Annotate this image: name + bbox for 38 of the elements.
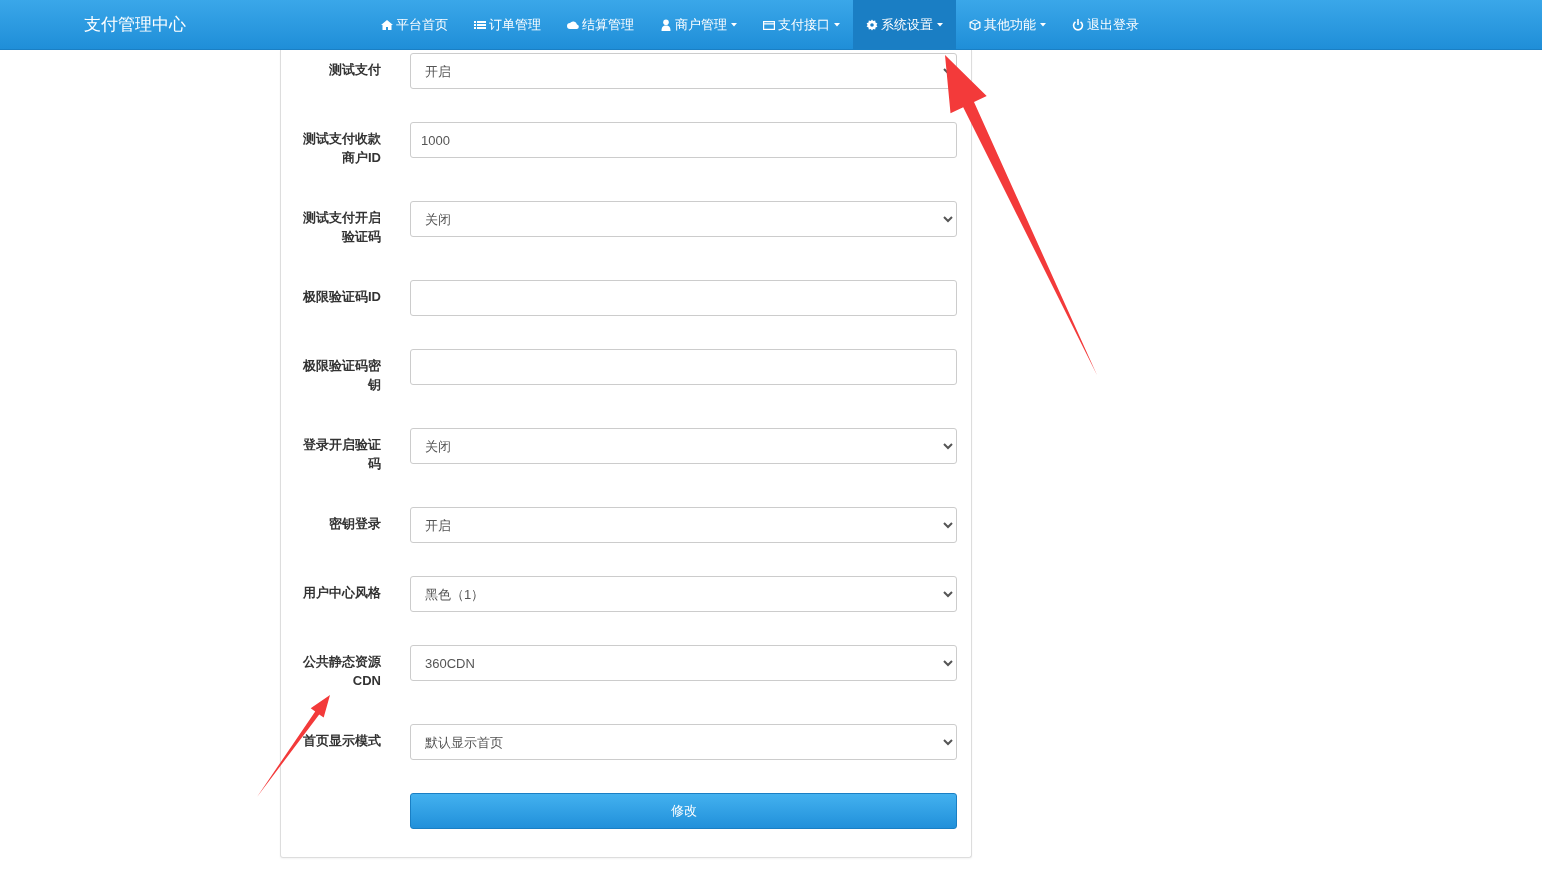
field-label: 测试支付收款商户ID <box>302 130 381 167</box>
select-field[interactable]: 关闭 <box>410 201 957 237</box>
field-label: 首页显示模式 <box>302 732 381 750</box>
field-label: 密钥登录 <box>328 515 381 533</box>
field-label: 公共静态资源CDN <box>302 653 381 690</box>
select-field[interactable]: 默认显示首页 <box>410 724 957 760</box>
nav-link[interactable]: 其他功能 <box>956 0 1059 49</box>
list-icon <box>474 18 486 31</box>
field-label: 测试支付 <box>328 61 381 79</box>
input-field[interactable] <box>410 349 957 385</box>
input-field[interactable] <box>410 280 957 316</box>
nav-link[interactable]: 平台首页 <box>368 0 461 49</box>
home-icon <box>381 18 393 31</box>
field-label: 极限验证码密钥 <box>302 357 381 394</box>
settings-icon <box>866 18 878 31</box>
field-label: 测试支付开启验证码 <box>302 209 381 246</box>
field-label: 登录开启验证码 <box>302 436 381 473</box>
field-label: 用户中心风格 <box>302 584 381 602</box>
cloud-icon <box>567 18 579 31</box>
nav-link[interactable]: 订单管理 <box>461 0 554 49</box>
user-icon <box>660 18 672 31</box>
submit-button[interactable]: 修改 <box>410 793 957 829</box>
field-label: 极限验证码ID <box>302 288 381 306</box>
power-icon <box>1072 18 1084 31</box>
select-field[interactable]: 开启 <box>410 507 957 543</box>
select-field[interactable]: 开启 <box>410 53 957 89</box>
card-icon <box>763 18 775 31</box>
nav-link[interactable]: 商户管理 <box>647 0 750 49</box>
input-field[interactable]: 1000 <box>410 122 957 158</box>
nav-link[interactable]: 结算管理 <box>554 0 647 49</box>
brand-title[interactable]: 支付管理中心 <box>84 0 368 49</box>
select-field[interactable]: 360CDN <box>410 645 957 681</box>
select-field[interactable]: 关闭 <box>410 428 957 464</box>
select-field[interactable]: 黑色（1） <box>410 576 957 612</box>
cube-icon <box>969 18 981 31</box>
nav-link[interactable]: 系统设置 <box>853 0 956 49</box>
nav-link[interactable]: 退出登录 <box>1059 0 1152 49</box>
nav-link[interactable]: 支付接口 <box>750 0 853 49</box>
